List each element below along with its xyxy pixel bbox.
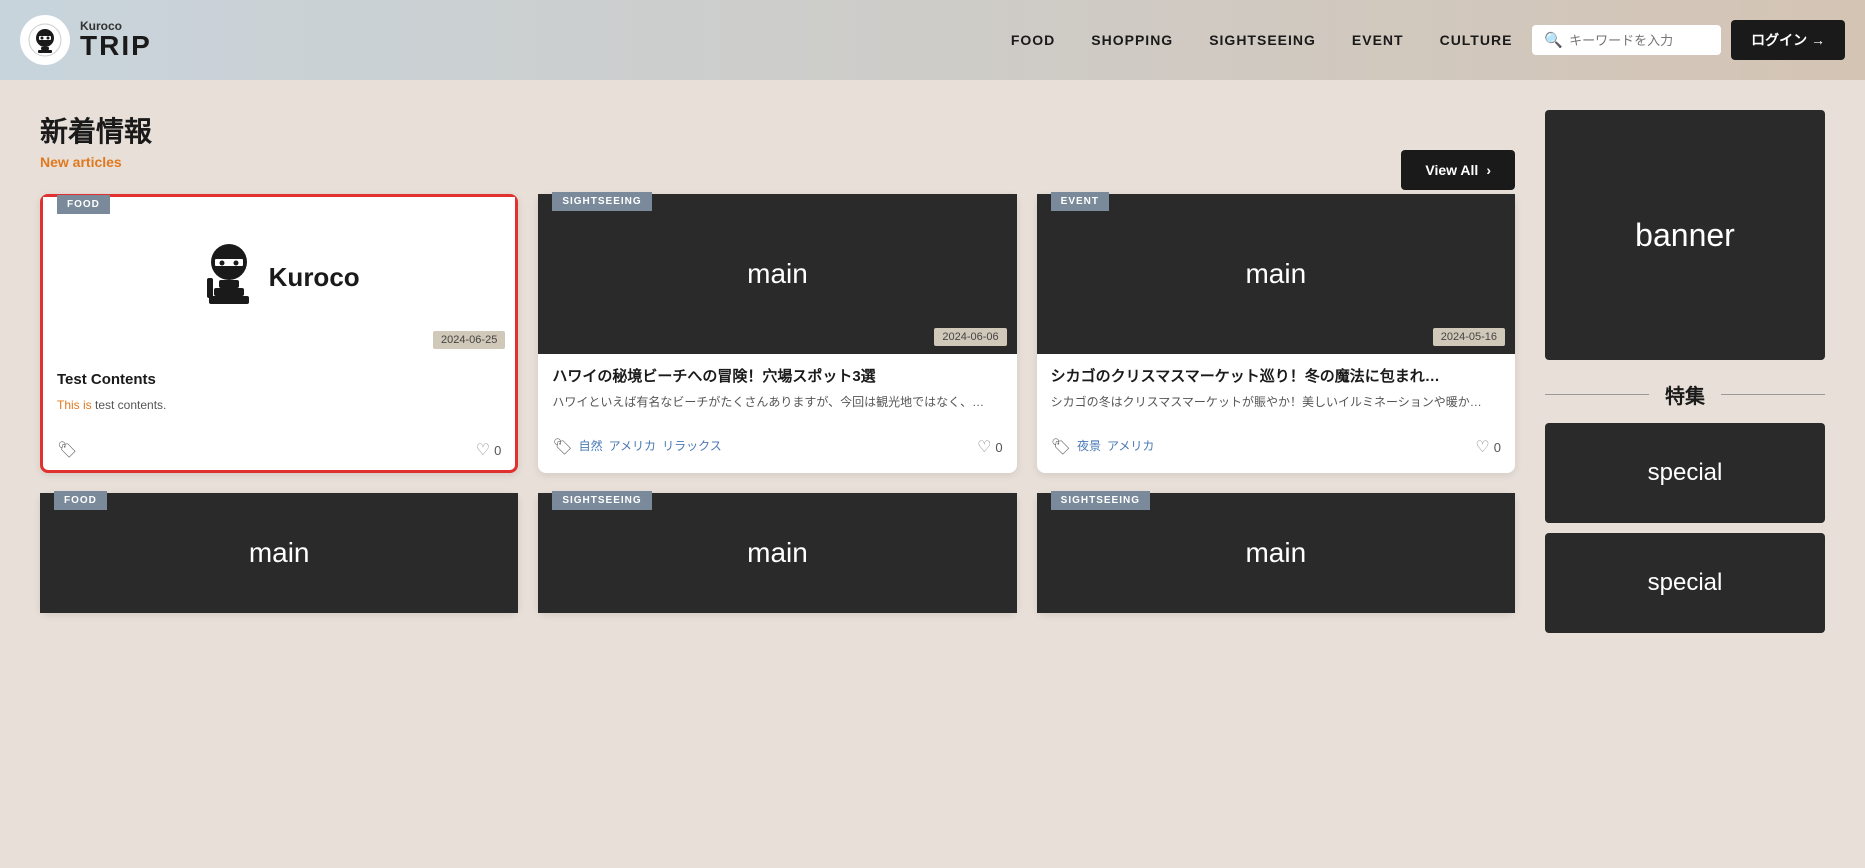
card-badge-4: FOOD: [54, 491, 107, 510]
tag-icon-2: 🏷: [552, 437, 572, 457]
excerpt-link-1[interactable]: This is: [57, 398, 92, 412]
likes-count-3: 0: [1494, 440, 1501, 455]
nav-culture[interactable]: CULTURE: [1440, 32, 1513, 48]
card-badge-3: EVENT: [1051, 192, 1109, 211]
section-subtitle: New articles: [40, 154, 152, 170]
card-badge-5: SIGHTSEEING: [552, 491, 651, 510]
card-title-2: ハワイの秘境ビーチへの冒険！穴場スポット3選: [552, 366, 1002, 387]
special-block-2[interactable]: special: [1545, 533, 1825, 633]
card-image-6: main: [1037, 493, 1515, 613]
card-image-label-4: main: [249, 537, 310, 569]
card-footer-1: 🏷 ♡ 0: [43, 434, 515, 470]
view-all-chevron: ›: [1486, 162, 1491, 178]
article-card-4[interactable]: FOOD main: [40, 493, 518, 613]
card-tag-relax[interactable]: リラックス: [662, 437, 722, 457]
card-badge-2: SIGHTSEEING: [552, 192, 651, 211]
likes-count-1: 0: [494, 443, 501, 458]
card-body-1: Test Contents This is test contents.: [43, 357, 515, 434]
heart-icon-2: ♡: [977, 437, 991, 457]
kuroco-ninja-icon: [199, 242, 259, 312]
nav-links: FOOD SHOPPING SIGHTSEEING EVENT CULTURE: [1011, 32, 1513, 48]
card-image-label-5: main: [747, 537, 808, 569]
card-tag-night[interactable]: 夜景: [1077, 437, 1101, 457]
card-footer-3: 🏷 夜景 アメリカ ♡ 0: [1037, 431, 1515, 467]
card-excerpt-2: ハワイといえば有名なビーチがたくさんありますが、今回は観光地ではなく、…: [552, 393, 1002, 411]
card-body-2: ハワイの秘境ビーチへの冒険！穴場スポット3選 ハワイといえば有名なビーチがたくさ…: [538, 354, 1016, 431]
card-title-1: Test Contents: [57, 369, 501, 390]
card-tag-nature[interactable]: 自然: [579, 437, 603, 457]
card-date-2: 2024-06-06: [934, 328, 1006, 346]
nav-event[interactable]: EVENT: [1352, 32, 1404, 48]
nav-shopping[interactable]: SHOPPING: [1091, 32, 1173, 48]
tag-icon-1: 🏷: [57, 440, 77, 460]
article-card-1[interactable]: FOOD: [40, 194, 518, 473]
special-label-2: special: [1648, 569, 1723, 597]
logo-text: Kuroco TRIP: [80, 20, 152, 60]
special-block-1[interactable]: special: [1545, 423, 1825, 523]
card-likes-1: ♡ 0: [476, 440, 502, 460]
card-date-3: 2024-05-16: [1433, 328, 1505, 346]
card-tag-america[interactable]: アメリカ: [609, 437, 656, 457]
card-image-label-6: main: [1245, 537, 1306, 569]
card-title-3: シカゴのクリスマスマーケット巡り！冬の魔法に包まれ…: [1051, 366, 1501, 387]
login-button[interactable]: ログイン →: [1731, 20, 1845, 60]
logo-icon: [20, 15, 70, 65]
search-icon: 🔍: [1544, 31, 1563, 49]
section-header-row: 新着情報 New articles View All ›: [40, 110, 1515, 190]
card-footer-2: 🏷 自然 アメリカ リラックス ♡ 0: [538, 431, 1016, 467]
heart-icon-1: ♡: [476, 440, 490, 460]
kuroco-img-content: Kuroco: [179, 222, 380, 332]
nav-sightseeing[interactable]: SIGHTSEEING: [1209, 32, 1316, 48]
card-excerpt-1: This is test contents.: [57, 396, 501, 414]
card-image-1: Kuroco 2024-06-25: [43, 197, 515, 357]
card-image-label-3: main: [1245, 258, 1306, 290]
card-image-2: main 2024-06-06: [538, 194, 1016, 354]
card-likes-3: ♡ 0: [1475, 437, 1501, 457]
banner-label: banner: [1635, 217, 1735, 254]
tag-icon-3: 🏷: [1051, 437, 1071, 457]
nav-food[interactable]: FOOD: [1011, 32, 1055, 48]
search-box: 🔍: [1532, 25, 1721, 55]
article-card-5[interactable]: SIGHTSEEING main: [538, 493, 1016, 613]
card-badge-1: FOOD: [57, 195, 110, 214]
card-badge-6: SIGHTSEEING: [1051, 491, 1150, 510]
header: Kuroco TRIP FOOD SHOPPING SIGHTSEEING EV…: [0, 0, 1865, 80]
card-excerpt-3: シカゴの冬はクリスマスマーケットが賑やか！美しいイルミネーションや暖か…: [1051, 393, 1501, 411]
search-input[interactable]: [1569, 33, 1709, 48]
card-tags-3: 🏷 夜景 アメリカ: [1051, 437, 1155, 457]
sidebar-divider: 特集: [1545, 380, 1825, 409]
login-label: ログイン →: [1751, 30, 1825, 50]
content-left: 新着情報 New articles View All › FOOD: [40, 110, 1515, 643]
view-all-label: View All: [1425, 162, 1478, 178]
banner-block[interactable]: banner: [1545, 110, 1825, 360]
section-header: 新着情報 New articles: [40, 110, 152, 170]
tokushu-label: 特集: [1665, 380, 1705, 409]
card-tag-america2[interactable]: アメリカ: [1107, 437, 1154, 457]
logo-area: Kuroco TRIP: [20, 15, 152, 65]
section-title: 新着情報: [40, 110, 152, 150]
article-card-6[interactable]: SIGHTSEEING main: [1037, 493, 1515, 613]
card-image-4: main: [40, 493, 518, 613]
card-image-label-2: main: [747, 258, 808, 290]
card-image-3: main 2024-05-16: [1037, 194, 1515, 354]
card-tags-2: 🏷 自然 アメリカ リラックス: [552, 437, 721, 457]
card-body-3: シカゴのクリスマスマーケット巡り！冬の魔法に包まれ… シカゴの冬はクリスマスマー…: [1037, 354, 1515, 431]
logo-trip-text: TRIP: [80, 32, 152, 60]
heart-icon-3: ♡: [1475, 437, 1489, 457]
articles-grid-row1: FOOD: [40, 194, 1515, 473]
card-date-1: 2024-06-25: [433, 331, 505, 349]
divider-line-right: [1721, 394, 1825, 395]
likes-count-2: 0: [995, 440, 1002, 455]
card-image-5: main: [538, 493, 1016, 613]
article-card-3[interactable]: EVENT main 2024-05-16 シカゴのクリスマスマーケット巡り！冬…: [1037, 194, 1515, 473]
divider-line-left: [1545, 394, 1649, 395]
main-content: 新着情報 New articles View All › FOOD: [0, 80, 1865, 673]
sidebar-right: banner 特集 special special: [1545, 110, 1825, 643]
card-likes-2: ♡ 0: [977, 437, 1003, 457]
article-card-2[interactable]: SIGHTSEEING main 2024-06-06 ハワイの秘境ビーチへの冒…: [538, 194, 1016, 473]
special-label-1: special: [1648, 459, 1723, 487]
articles-grid-row2: FOOD main SIGHTSEEING main SIGHTSEEING m…: [40, 493, 1515, 613]
kuroco-brand-text: Kuroco: [269, 262, 360, 293]
view-all-button[interactable]: View All ›: [1401, 150, 1515, 190]
